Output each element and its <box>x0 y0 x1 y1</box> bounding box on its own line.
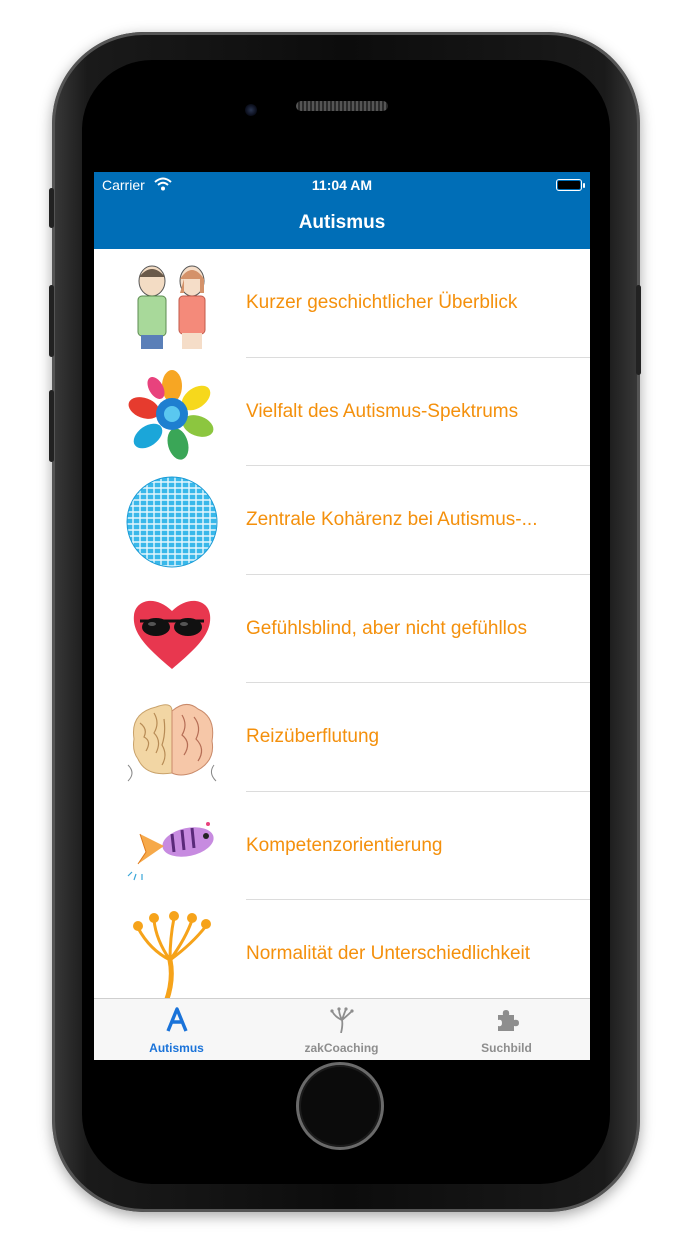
list-item-label: Kompetenzorientierung <box>246 834 443 856</box>
home-button[interactable] <box>296 1062 384 1150</box>
battery-icon <box>556 179 585 191</box>
list-item[interactable]: Vielfalt des Autismus-Spektrums <box>94 358 590 466</box>
list-item[interactable]: Kurzer geschichtlicher Überblick <box>94 249 590 358</box>
list-item[interactable]: Zentrale Kohärenz bei Autismus-... <box>94 466 590 575</box>
list-item-label: Gefühlsblind, aber nicht gefühllos <box>246 617 527 639</box>
list-item[interactable]: Gefühlsblind, aber nicht gefühllos <box>94 575 590 683</box>
tab-suchbild[interactable]: Suchbild <box>424 999 589 1060</box>
volume-up-button <box>49 285 54 357</box>
fish-icon <box>127 821 214 880</box>
list-item-label: Vielfalt des Autismus-Spektrums <box>246 400 519 422</box>
page-title: Autismus <box>298 212 386 233</box>
brain-icon <box>127 704 217 782</box>
list-item-label: Reizüberflutung <box>246 726 380 747</box>
list-item-label: Normalität der Unterschiedlichkeit <box>246 943 531 964</box>
dandelion-icon <box>133 911 211 1002</box>
dandelion-icon <box>330 1007 354 1033</box>
puzzle-icon <box>498 1010 519 1031</box>
heart-sunglasses-icon <box>133 600 211 669</box>
tab-label: Autismus <box>149 1041 204 1055</box>
list-item[interactable]: Normalität der Unterschiedlichkeit <box>94 900 590 1009</box>
topic-list: Kurzer geschichtlicher Überblick Vielfal… <box>94 249 590 1009</box>
status-bar: Carrier 11:04 AM <box>94 172 590 198</box>
tab-autismus[interactable]: Autismus <box>94 999 259 1060</box>
navigation-bar: Carrier 11:04 AM Autismus <box>94 172 590 249</box>
list-item-label: Zentrale Kohärenz bei Autismus-... <box>246 509 538 530</box>
front-camera <box>245 104 257 116</box>
earpiece-speaker <box>296 101 388 111</box>
volume-down-button <box>49 390 54 462</box>
list-item-label: Kurzer geschichtlicher Überblick <box>246 292 518 313</box>
letter-a-icon <box>166 1007 188 1032</box>
list-item[interactable]: Kompetenzorientierung <box>94 792 590 900</box>
tab-zakcoaching[interactable]: zakCoaching <box>259 999 424 1060</box>
children-drawing-icon <box>127 260 217 350</box>
list-item[interactable]: Reizüberflutung <box>94 683 590 792</box>
colorful-flower-icon <box>128 369 214 460</box>
tab-bar: Autismus zakCoaching Suchbild <box>94 998 590 1060</box>
mosaic-sphere-icon <box>126 476 218 568</box>
status-time: 11:04 AM <box>311 177 373 193</box>
tab-label: zakCoaching <box>304 1041 379 1055</box>
power-button <box>636 285 641 375</box>
mute-switch <box>49 188 54 228</box>
app-screen: Carrier 11:04 AM Autismus Kurzer geschic… <box>94 172 590 1060</box>
tab-label: Suchbild <box>481 1041 532 1055</box>
